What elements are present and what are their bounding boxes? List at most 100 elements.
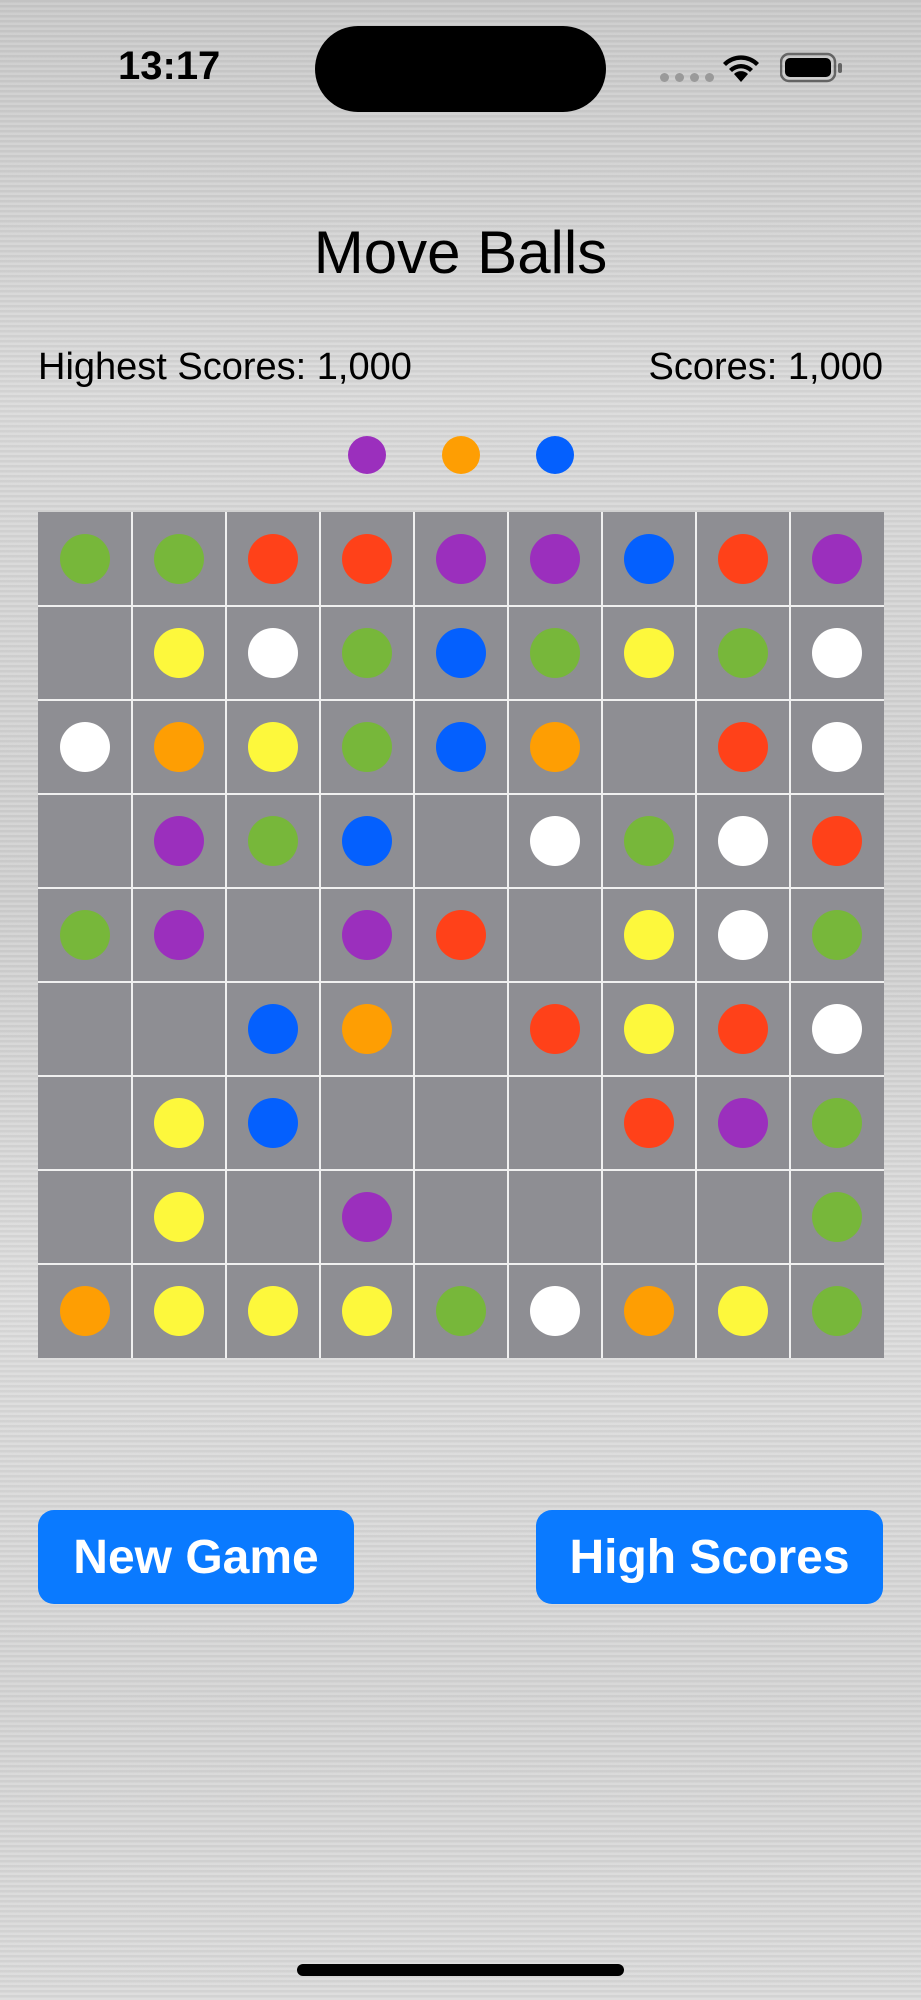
ball-green[interactable] bbox=[154, 534, 204, 584]
board-cell[interactable] bbox=[320, 982, 414, 1076]
board-cell[interactable] bbox=[414, 1076, 508, 1170]
game-board[interactable] bbox=[38, 512, 884, 1358]
board-cell[interactable] bbox=[414, 1170, 508, 1264]
ball-white[interactable] bbox=[248, 628, 298, 678]
ball-white[interactable] bbox=[530, 816, 580, 866]
new-game-button[interactable]: New Game bbox=[38, 1510, 354, 1604]
ball-green[interactable] bbox=[342, 722, 392, 772]
board-cell[interactable] bbox=[696, 1076, 790, 1170]
board-cell[interactable] bbox=[38, 1170, 132, 1264]
ball-orange[interactable] bbox=[624, 1286, 674, 1336]
board-cell[interactable] bbox=[790, 1076, 884, 1170]
ball-blue[interactable] bbox=[436, 722, 486, 772]
board-cell[interactable] bbox=[696, 700, 790, 794]
board-cell[interactable] bbox=[320, 1076, 414, 1170]
board-cell[interactable] bbox=[226, 1170, 320, 1264]
high-scores-button[interactable]: High Scores bbox=[536, 1510, 883, 1604]
ball-white[interactable] bbox=[812, 722, 862, 772]
board-cell[interactable] bbox=[226, 1264, 320, 1358]
ball-purple[interactable] bbox=[154, 910, 204, 960]
board-cell[interactable] bbox=[132, 512, 226, 606]
ball-blue[interactable] bbox=[248, 1004, 298, 1054]
board-cell[interactable] bbox=[508, 794, 602, 888]
board-cell[interactable] bbox=[790, 1170, 884, 1264]
board-cell[interactable] bbox=[696, 888, 790, 982]
board-cell[interactable] bbox=[696, 1170, 790, 1264]
board-cell[interactable] bbox=[320, 794, 414, 888]
ball-red[interactable] bbox=[718, 534, 768, 584]
ball-green[interactable] bbox=[436, 1286, 486, 1336]
ball-blue[interactable] bbox=[436, 628, 486, 678]
board-cell[interactable] bbox=[508, 888, 602, 982]
ball-yellow[interactable] bbox=[154, 1098, 204, 1148]
ball-purple[interactable] bbox=[436, 534, 486, 584]
board-cell[interactable] bbox=[320, 888, 414, 982]
board-cell[interactable] bbox=[226, 888, 320, 982]
ball-blue[interactable] bbox=[248, 1098, 298, 1148]
board-cell[interactable] bbox=[602, 982, 696, 1076]
board-cell[interactable] bbox=[696, 794, 790, 888]
ball-purple[interactable] bbox=[812, 534, 862, 584]
board-cell[interactable] bbox=[38, 700, 132, 794]
ball-red[interactable] bbox=[248, 534, 298, 584]
board-cell[interactable] bbox=[414, 700, 508, 794]
board-cell[interactable] bbox=[790, 700, 884, 794]
ball-blue[interactable] bbox=[342, 816, 392, 866]
ball-yellow[interactable] bbox=[624, 1004, 674, 1054]
ball-red[interactable] bbox=[342, 534, 392, 584]
ball-yellow[interactable] bbox=[154, 628, 204, 678]
board-cell[interactable] bbox=[226, 794, 320, 888]
ball-purple[interactable] bbox=[530, 534, 580, 584]
ball-white[interactable] bbox=[530, 1286, 580, 1336]
board-cell[interactable] bbox=[602, 1076, 696, 1170]
ball-orange[interactable] bbox=[60, 1286, 110, 1336]
board-cell[interactable] bbox=[508, 1264, 602, 1358]
board-cell[interactable] bbox=[226, 606, 320, 700]
ball-red[interactable] bbox=[624, 1098, 674, 1148]
ball-green[interactable] bbox=[718, 628, 768, 678]
ball-yellow[interactable] bbox=[154, 1192, 204, 1242]
ball-green[interactable] bbox=[248, 816, 298, 866]
board-cell[interactable] bbox=[320, 700, 414, 794]
board-cell[interactable] bbox=[508, 982, 602, 1076]
board-cell[interactable] bbox=[790, 888, 884, 982]
board-cell[interactable] bbox=[38, 1264, 132, 1358]
ball-green[interactable] bbox=[624, 816, 674, 866]
board-cell[interactable] bbox=[790, 512, 884, 606]
ball-orange[interactable] bbox=[154, 722, 204, 772]
ball-orange[interactable] bbox=[530, 722, 580, 772]
board-cell[interactable] bbox=[320, 606, 414, 700]
board-cell[interactable] bbox=[38, 606, 132, 700]
ball-green[interactable] bbox=[812, 1192, 862, 1242]
board-cell[interactable] bbox=[508, 512, 602, 606]
board-cell[interactable] bbox=[226, 1076, 320, 1170]
ball-yellow[interactable] bbox=[248, 722, 298, 772]
ball-green[interactable] bbox=[812, 910, 862, 960]
ball-yellow[interactable] bbox=[342, 1286, 392, 1336]
board-cell[interactable] bbox=[38, 982, 132, 1076]
ball-orange[interactable] bbox=[342, 1004, 392, 1054]
ball-white[interactable] bbox=[812, 628, 862, 678]
board-cell[interactable] bbox=[132, 700, 226, 794]
ball-green[interactable] bbox=[342, 628, 392, 678]
ball-white[interactable] bbox=[718, 910, 768, 960]
board-cell[interactable] bbox=[226, 700, 320, 794]
board-cell[interactable] bbox=[226, 982, 320, 1076]
ball-yellow[interactable] bbox=[624, 628, 674, 678]
board-cell[interactable] bbox=[602, 1264, 696, 1358]
ball-green[interactable] bbox=[60, 910, 110, 960]
board-cell[interactable] bbox=[132, 1264, 226, 1358]
board-cell[interactable] bbox=[508, 1170, 602, 1264]
board-cell[interactable] bbox=[226, 512, 320, 606]
board-cell[interactable] bbox=[696, 606, 790, 700]
board-cell[interactable] bbox=[132, 888, 226, 982]
board-cell[interactable] bbox=[38, 1076, 132, 1170]
ball-green[interactable] bbox=[530, 628, 580, 678]
board-cell[interactable] bbox=[414, 1264, 508, 1358]
board-cell[interactable] bbox=[414, 606, 508, 700]
board-cell[interactable] bbox=[414, 512, 508, 606]
board-cell[interactable] bbox=[790, 794, 884, 888]
ball-white[interactable] bbox=[812, 1004, 862, 1054]
board-cell[interactable] bbox=[414, 888, 508, 982]
ball-red[interactable] bbox=[530, 1004, 580, 1054]
